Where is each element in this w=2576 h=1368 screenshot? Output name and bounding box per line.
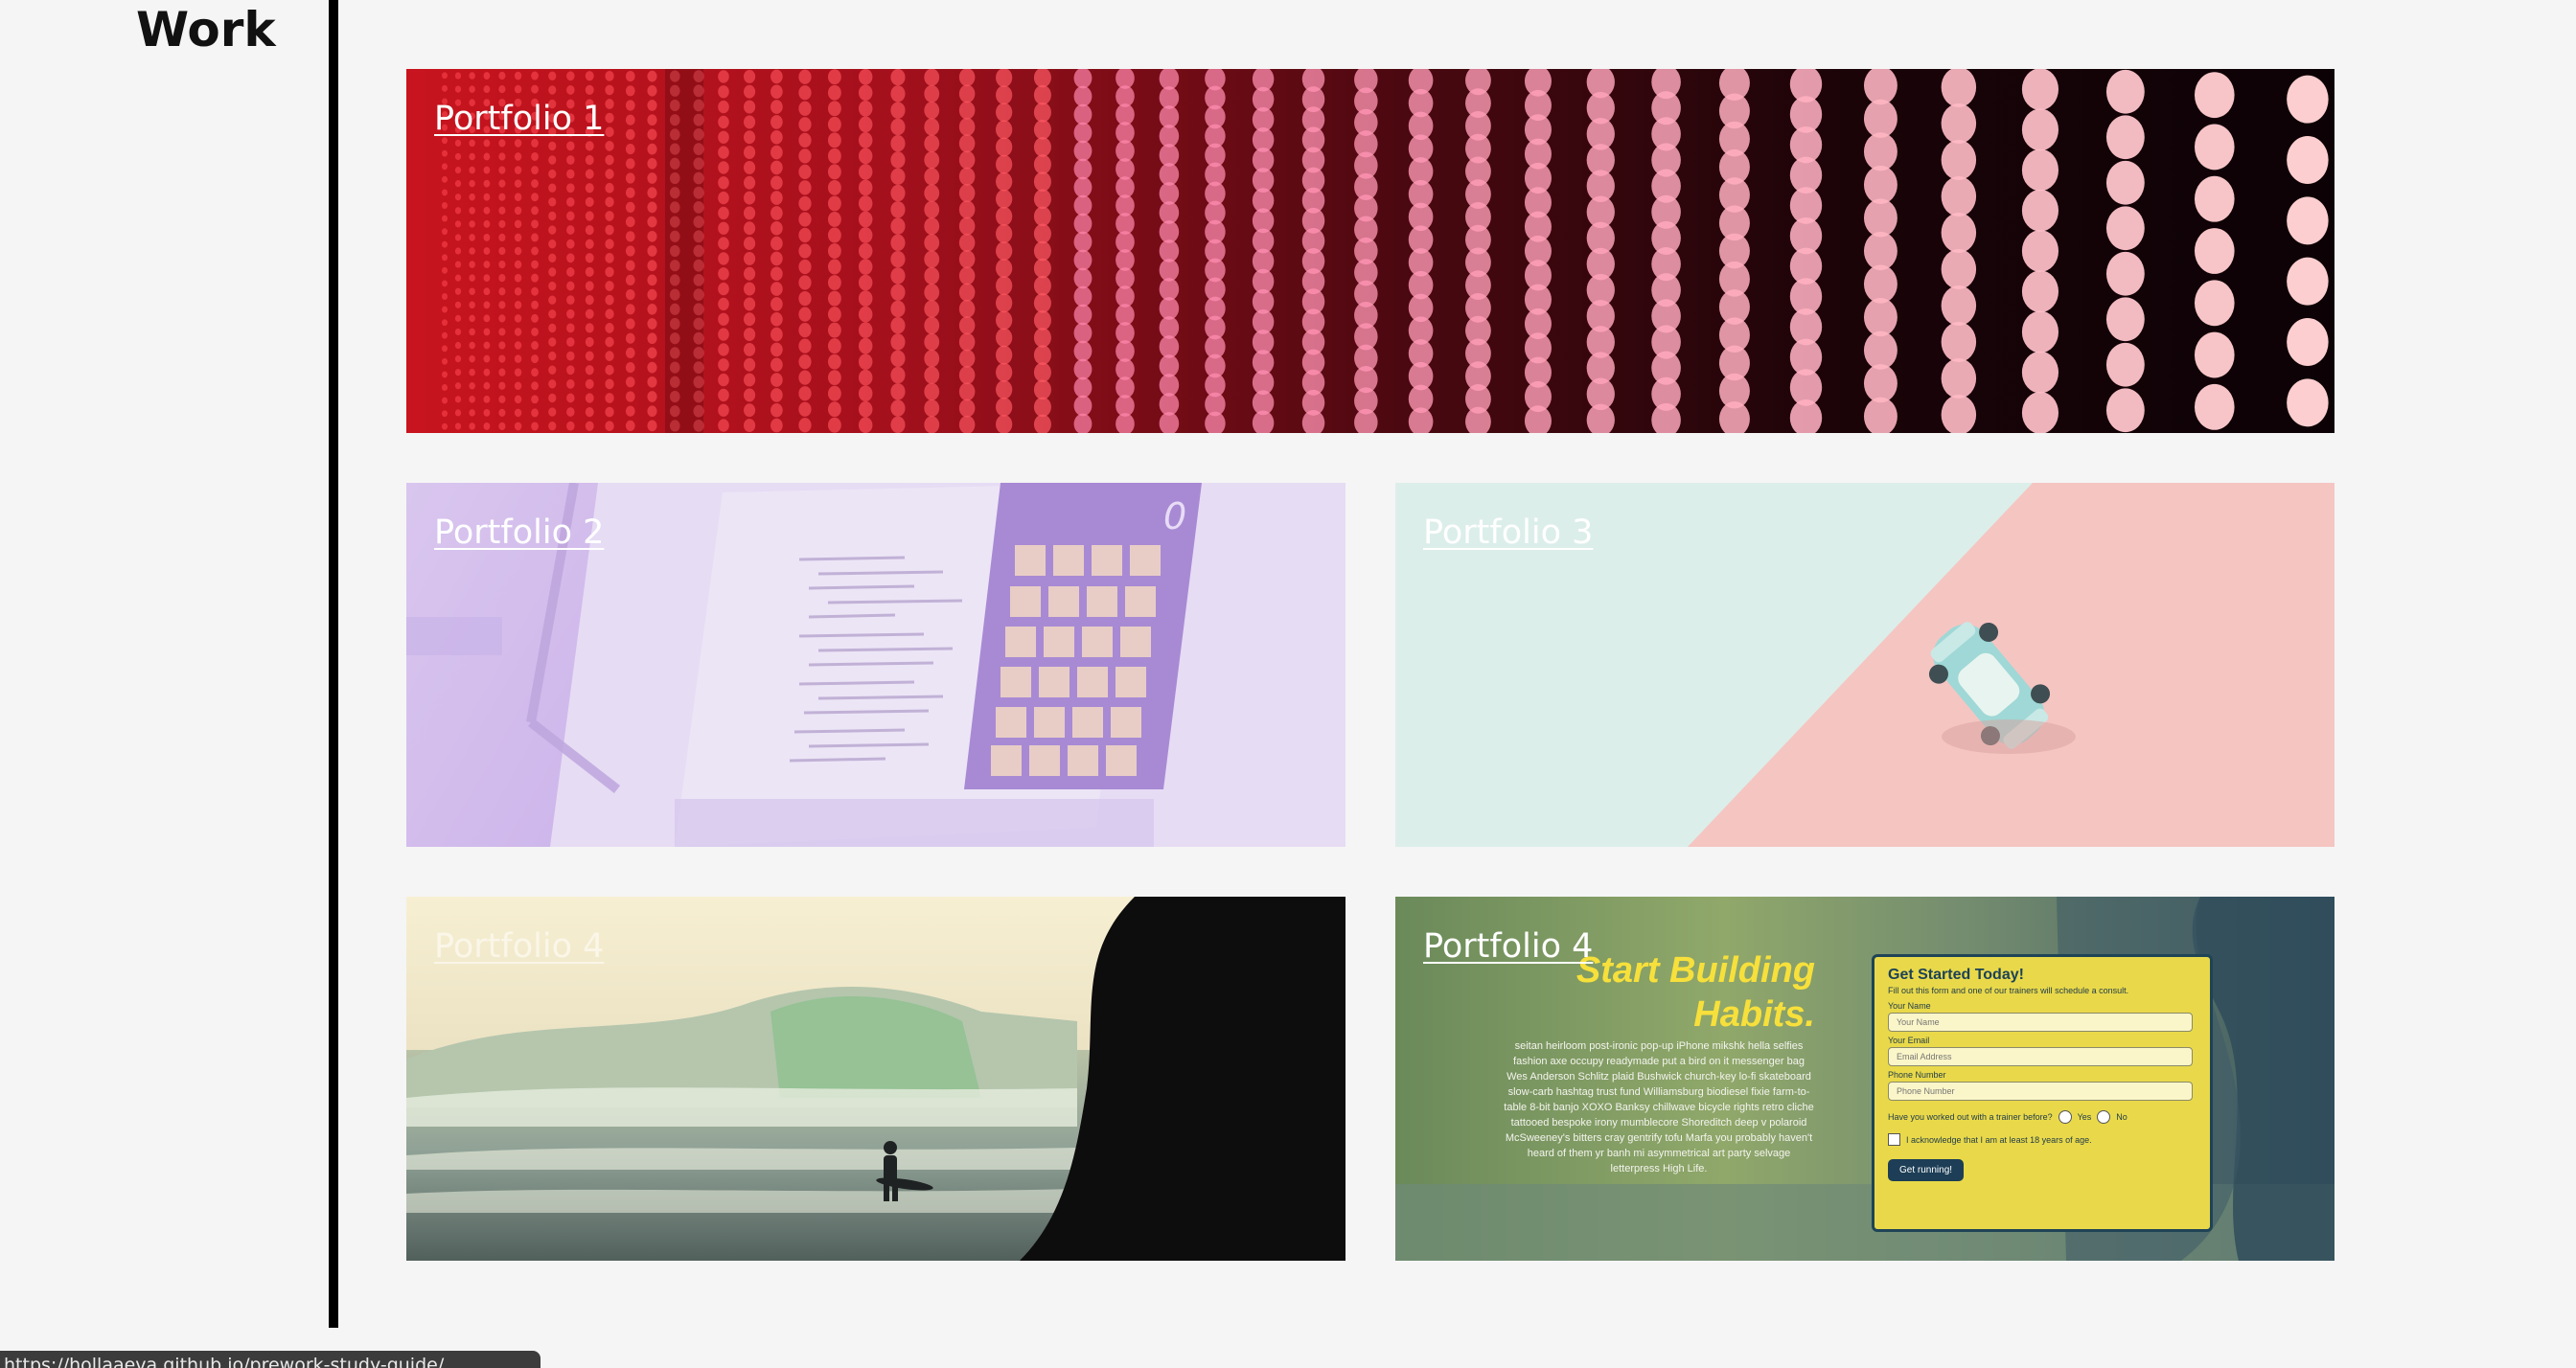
email-label: Your Email (1888, 1036, 1930, 1045)
yes-radio[interactable] (2058, 1110, 2072, 1124)
portfolio-card-2[interactable]: 0 Portfolio 2 (406, 483, 1346, 847)
portfolio-card-4[interactable]: Portfolio 4 (406, 897, 1346, 1261)
phone-label: Phone Number (1888, 1070, 1946, 1080)
phone-field[interactable] (1888, 1082, 2193, 1101)
get-running-button[interactable]: Get running! (1888, 1159, 1965, 1181)
calculator-display: 0 (1163, 495, 1186, 537)
age-checkbox[interactable] (1888, 1133, 1900, 1146)
portfolio-link-2[interactable]: Portfolio 2 (434, 513, 604, 552)
status-bar-url: https://hollaaeva.github.io/prework-stud… (0, 1351, 540, 1368)
form-title: Get Started Today! (1888, 967, 2024, 983)
age-ack-text: I acknowledge that I am at least 18 year… (1906, 1134, 2092, 1145)
form-subtitle: Fill out this form and one of our traine… (1888, 986, 2129, 995)
fitness-heading-line-2: Habits. (1693, 994, 1815, 1035)
no-label: No (2116, 1112, 2128, 1122)
fitness-body-text: seitan heirloom post-ironic pop-up iPhon… (1504, 1040, 1814, 1174)
signup-form: Get Started Today! Fill out this form an… (1872, 954, 2213, 1232)
email-field[interactable] (1888, 1047, 2193, 1066)
portfolio-card-3[interactable]: Portfolio 3 (1395, 483, 2334, 847)
portfolio-link-3[interactable]: Portfolio 3 (1423, 513, 1593, 552)
yes-label: Yes (2077, 1112, 2092, 1122)
led-wall-image (442, 69, 2329, 433)
age-ack: I acknowledge that I am at least 18 year… (1888, 1133, 2196, 1146)
portfolio-link-4[interactable]: Portfolio 4 (434, 927, 604, 966)
no-radio[interactable] (2097, 1110, 2111, 1124)
vertical-divider (329, 0, 338, 1328)
portfolio-card-1[interactable]: Portfolio 1 (406, 69, 2334, 433)
portfolio-link-1[interactable]: Portfolio 1 (434, 100, 604, 138)
section-title: Work (136, 2, 276, 57)
portfolio-link-5[interactable]: Portfolio 4 (1423, 927, 1593, 966)
portfolio-card-5[interactable]: Portfolio 4 Start Building Habits. seita… (1395, 897, 2334, 1261)
name-label: Your Name (1888, 1001, 1931, 1011)
trainer-question: Have you worked out with a trainer befor… (1888, 1110, 2196, 1124)
trainer-question-text: Have you worked out with a trainer befor… (1888, 1112, 2053, 1122)
name-field[interactable] (1888, 1013, 2193, 1032)
page: Work Portfolio 1 0 Portfolio 2 Portfolio… (0, 0, 2576, 1368)
